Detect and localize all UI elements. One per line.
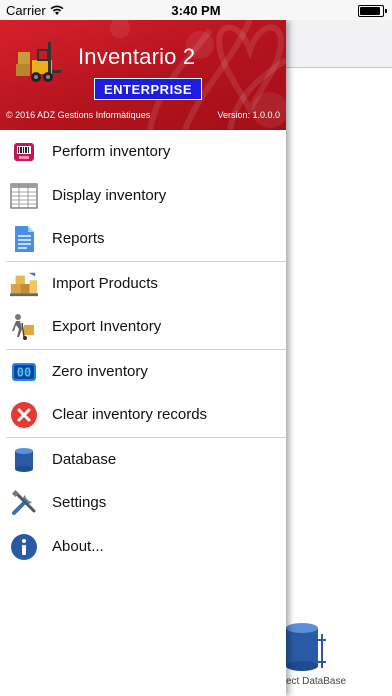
menu-item-zero-inventory[interactable]: 00 Zero inventory bbox=[0, 350, 286, 394]
select-database-label[interactable]: ect DataBase bbox=[286, 676, 392, 687]
battery-icon bbox=[358, 5, 387, 17]
side-drawer: Inventario 2 ENTERPRISE © 2016 ADZ Gesti… bbox=[0, 20, 286, 696]
menu-item-reports[interactable]: Reports bbox=[0, 217, 286, 261]
drawer-header: Inventario 2 ENTERPRISE © 2016 ADZ Gesti… bbox=[0, 20, 286, 130]
menu-item-export-inventory[interactable]: Export Inventory bbox=[0, 305, 286, 349]
menu-item-label: Reports bbox=[52, 230, 105, 247]
menu-item-label: Settings bbox=[52, 494, 107, 511]
menu-item-label: Export Inventory bbox=[52, 318, 162, 335]
menu-item-label: Import Products bbox=[52, 274, 158, 292]
hand-truck-export-icon bbox=[10, 313, 38, 341]
info-icon bbox=[10, 533, 38, 561]
menu-item-perform-inventory[interactable]: Perform inventory bbox=[0, 130, 286, 174]
grid-table-icon bbox=[10, 182, 38, 210]
menu-item-display-inventory[interactable]: Display inventory bbox=[0, 174, 286, 218]
database-icon bbox=[10, 446, 38, 474]
copyright-text: © 2016 ADZ Gestions Informàtiques bbox=[6, 110, 151, 120]
app-title: Inventario 2 bbox=[78, 44, 196, 69]
zero-counter-icon: 00 bbox=[10, 358, 38, 386]
status-bar: Carrier 3:40 PM bbox=[0, 0, 392, 20]
menu-item-label: Clear inventory records bbox=[52, 406, 208, 423]
edition-badge: ENTERPRISE bbox=[94, 78, 202, 100]
menu-item-label: About... bbox=[52, 537, 104, 555]
menu-item-label: Perform inventory bbox=[52, 143, 171, 160]
menu-item-about[interactable]: About... bbox=[0, 525, 286, 569]
barcode-scanner-icon bbox=[10, 138, 38, 166]
version-text: Version: 1.0.0.0 bbox=[217, 110, 280, 120]
forklift-logo-icon bbox=[16, 42, 61, 82]
menu-item-label: Display inventory bbox=[52, 186, 167, 204]
menu-item-label: Database bbox=[52, 450, 117, 468]
clear-x-icon bbox=[10, 401, 38, 429]
svg-text:00: 00 bbox=[17, 365, 31, 379]
menu-item-clear-inventory-records[interactable]: Clear inventory records bbox=[0, 393, 286, 437]
menu-item-import-products[interactable]: Import Products bbox=[0, 262, 286, 306]
background-nav-bar bbox=[286, 20, 392, 68]
drawer-menu: Perform inventory Display inventory Repo… bbox=[0, 130, 286, 568]
document-icon bbox=[10, 225, 38, 253]
menu-item-database[interactable]: Database bbox=[0, 438, 286, 482]
menu-item-settings[interactable]: Settings bbox=[0, 481, 286, 525]
battery-level bbox=[360, 7, 380, 15]
menu-item-label: Zero inventory bbox=[52, 362, 148, 380]
database-icon[interactable] bbox=[286, 622, 326, 672]
clock: 3:40 PM bbox=[171, 3, 221, 18]
boxes-import-icon bbox=[10, 270, 38, 298]
wrench-screwdriver-icon bbox=[10, 489, 38, 517]
